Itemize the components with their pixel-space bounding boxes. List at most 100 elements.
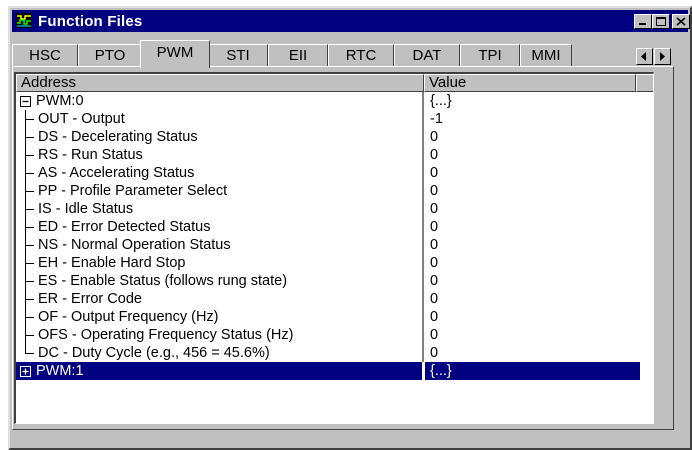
tree-leaf-row[interactable]: OUT - Output -1 — [16, 110, 653, 128]
address-label: PWM:1 — [36, 363, 84, 379]
collapse-minus-icon[interactable] — [20, 96, 31, 107]
close-button[interactable] — [672, 14, 690, 29]
tree-leaf-row[interactable]: OFS - Operating Frequency Status (Hz) 0 — [16, 326, 653, 344]
value-cell[interactable]: -1 — [425, 110, 640, 128]
address-cell[interactable]: ER - Error Code — [16, 290, 422, 308]
value-cell[interactable]: 0 — [425, 254, 640, 272]
address-cell[interactable]: PWM:0 — [16, 92, 422, 110]
address-label: RS - Run Status — [38, 147, 143, 163]
tree-connector-horizontal — [25, 299, 34, 300]
address-cell[interactable]: DS - Decelerating Status — [16, 128, 422, 146]
tree-leaf-row[interactable]: AS - Accelerating Status 0 — [16, 164, 653, 182]
tree-connector-horizontal — [25, 353, 34, 354]
address-label: DS - Decelerating Status — [38, 129, 198, 145]
tree-connector-horizontal — [25, 173, 34, 174]
tree-leaf-row[interactable]: OF - Output Frequency (Hz) 0 — [16, 308, 653, 326]
minimize-button[interactable] — [634, 14, 652, 29]
tree-node-row[interactable]: PWM:0 {...} — [16, 92, 653, 110]
tree-leaf-row[interactable]: DC - Duty Cycle (e.g., 456 = 45.6%) 0 — [16, 344, 653, 362]
address-cell[interactable]: OF - Output Frequency (Hz) — [16, 308, 422, 326]
address-cell[interactable]: AS - Accelerating Status — [16, 164, 422, 182]
tree-leaf-row[interactable]: EH - Enable Hard Stop 0 — [16, 254, 653, 272]
tab-strip: HSC PTO PWM STI EII RTC DAT TPI MMI — [12, 40, 672, 70]
value-cell[interactable]: 0 — [425, 308, 640, 326]
address-label: PP - Profile Parameter Select — [38, 183, 228, 199]
address-label: ED - Error Detected Status — [38, 219, 211, 235]
tree-connector-horizontal — [25, 155, 34, 156]
tab-mmi[interactable]: MMI — [520, 44, 572, 66]
tree-node-row[interactable]: PWM:1 {...} — [16, 362, 653, 380]
address-label: NS - Normal Operation Status — [38, 237, 231, 253]
tree-connector-vertical — [25, 344, 26, 353]
value-cell[interactable]: 0 — [425, 272, 640, 290]
value-cell[interactable]: 0 — [425, 344, 640, 362]
tree-connector-horizontal — [25, 317, 34, 318]
address-cell[interactable]: RS - Run Status — [16, 146, 422, 164]
tab-pwm[interactable]: PWM — [140, 40, 210, 68]
address-cell[interactable]: EH - Enable Hard Stop — [16, 254, 422, 272]
tree-connector-horizontal — [25, 119, 34, 120]
value-cell[interactable]: 0 — [425, 146, 640, 164]
tree-leaf-row[interactable]: PP - Profile Parameter Select 0 — [16, 182, 653, 200]
address-label: OF - Output Frequency (Hz) — [38, 309, 219, 325]
address-label: AS - Accelerating Status — [38, 165, 195, 181]
value-cell[interactable]: {...} — [425, 362, 640, 380]
tab-pto[interactable]: PTO — [78, 44, 142, 66]
address-cell[interactable]: DC - Duty Cycle (e.g., 456 = 45.6%) — [16, 344, 422, 362]
tree-leaf-row[interactable]: IS - Idle Status 0 — [16, 200, 653, 218]
address-label: PWM:0 — [36, 93, 84, 109]
tab-eii[interactable]: EII — [268, 44, 328, 66]
address-cell[interactable]: IS - Idle Status — [16, 200, 422, 218]
address-cell[interactable]: ES - Enable Status (follows rung state) — [16, 272, 422, 290]
tab-tpi[interactable]: TPI — [460, 44, 520, 66]
tab-hsc[interactable]: HSC — [12, 44, 78, 66]
window-title: Function Files — [38, 13, 143, 30]
address-cell[interactable]: PP - Profile Parameter Select — [16, 182, 422, 200]
value-cell[interactable]: {...} — [425, 92, 640, 110]
column-header-address[interactable]: Address — [16, 74, 424, 92]
tree-leaf-row[interactable]: ED - Error Detected Status 0 — [16, 218, 653, 236]
address-cell[interactable]: PWM:1 — [16, 362, 422, 380]
tree-leaf-row[interactable]: ES - Enable Status (follows rung state) 0 — [16, 272, 653, 290]
column-header-filler — [636, 74, 653, 92]
tree-connector-horizontal — [25, 281, 34, 282]
expand-plus-icon[interactable] — [20, 366, 31, 377]
address-label: DC - Duty Cycle (e.g., 456 = 45.6%) — [38, 345, 270, 361]
address-label: ES - Enable Status (follows rung state) — [38, 273, 288, 289]
tree-leaf-row[interactable]: RS - Run Status 0 — [16, 146, 653, 164]
tree-connector-horizontal — [25, 227, 34, 228]
tab-rtc[interactable]: RTC — [328, 44, 394, 66]
address-label: OFS - Operating Frequency Status (Hz) — [38, 327, 294, 343]
address-cell[interactable]: ED - Error Detected Status — [16, 218, 422, 236]
tree-connector-horizontal — [25, 263, 34, 264]
tree-leaf-row[interactable]: NS - Normal Operation Status 0 — [16, 236, 653, 254]
value-cell[interactable]: 0 — [425, 290, 640, 308]
tab-dat[interactable]: DAT — [394, 44, 460, 66]
tree-connector-horizontal — [25, 245, 34, 246]
value-cell[interactable]: 0 — [425, 128, 640, 146]
value-cell[interactable]: 0 — [425, 182, 640, 200]
maximize-button[interactable] — [652, 14, 670, 29]
value-cell[interactable]: 0 — [425, 218, 640, 236]
value-cell[interactable]: 0 — [425, 326, 640, 344]
value-cell[interactable]: 0 — [425, 200, 640, 218]
address-label: OUT - Output — [38, 111, 125, 127]
tab-scroll-right-icon[interactable] — [654, 48, 671, 65]
tree-connector-horizontal — [25, 137, 34, 138]
tree-connector-horizontal — [25, 209, 34, 210]
address-cell[interactable]: OFS - Operating Frequency Status (Hz) — [16, 326, 422, 344]
tree-leaf-row[interactable]: DS - Decelerating Status 0 — [16, 128, 653, 146]
address-cell[interactable]: NS - Normal Operation Status — [16, 236, 422, 254]
value-cell[interactable]: 0 — [425, 236, 640, 254]
tree-leaf-row[interactable]: ER - Error Code 0 — [16, 290, 653, 308]
function-files-app-icon — [16, 13, 32, 28]
title-bar[interactable]: Function Files — [12, 10, 690, 32]
tab-sti[interactable]: STI — [208, 44, 268, 66]
address-label: ER - Error Code — [38, 291, 142, 307]
column-header-value[interactable]: Value — [424, 74, 636, 92]
tab-scroll-left-icon[interactable] — [636, 48, 653, 65]
address-cell[interactable]: OUT - Output — [16, 110, 422, 128]
tree-connector-horizontal — [25, 335, 34, 336]
value-cell[interactable]: 0 — [425, 164, 640, 182]
data-grid: Address Value PWM:0 {...} OUT - Output -1 DS… — [14, 72, 654, 424]
